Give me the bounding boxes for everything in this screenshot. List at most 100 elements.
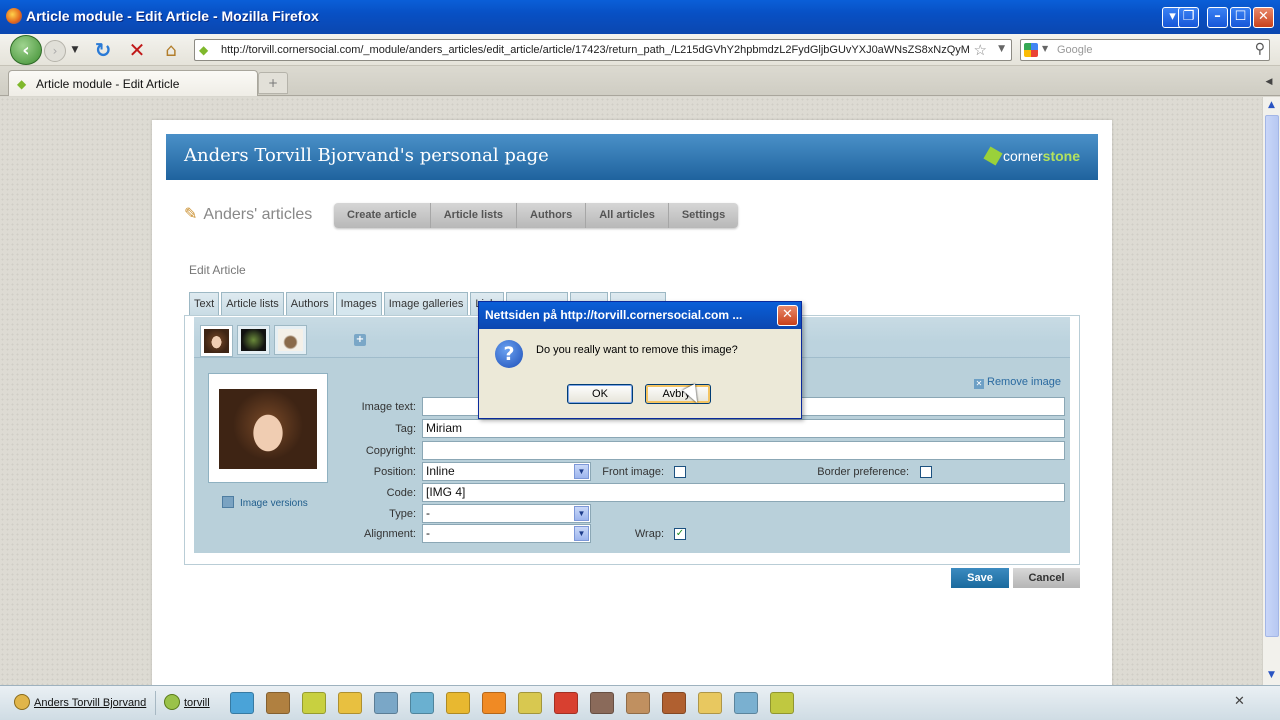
save-button[interactable]: Save [951,568,1009,588]
tab-list-arrow-icon[interactable]: ◀ [1262,72,1276,92]
menu-settings[interactable]: Settings [669,203,738,228]
calendar-2-icon[interactable] [662,692,686,714]
search-bar[interactable]: ▼ Google ⚲ [1020,39,1270,61]
tab-edit-article[interactable]: ◆ Article module - Edit Article [8,70,258,96]
group-name[interactable]: torvill [184,697,210,709]
tab-images[interactable]: Images [335,292,382,316]
url-text[interactable]: http://torvill.cornersocial.com/_module/… [221,44,969,56]
image-versions-label[interactable]: Image versions [240,498,308,509]
reload-button[interactable]: ↻ [92,38,114,62]
user-avatar-icon [14,694,30,710]
module-title: Anders' articles [203,206,313,223]
position-select[interactable]: Inline ▼ [422,462,591,481]
window-title-bar: Article module - Edit Article - Mozilla … [0,0,1280,34]
home-button[interactable]: ⌂ [160,38,182,62]
checkmark-icon: ✓ [675,528,685,539]
border-preference-checkbox[interactable] [920,466,932,478]
notes-icon[interactable] [302,692,326,714]
tab-authors[interactable]: Authors [285,292,334,316]
site-banner: Anders Torvill Bjorvand's personal page … [166,134,1098,180]
front-image-checkbox[interactable] [674,466,686,478]
picture-icon[interactable] [410,692,434,714]
menu-authors[interactable]: Authors [517,203,587,228]
alignment-select[interactable]: - ▼ [422,524,591,543]
film-icon[interactable] [590,692,614,714]
alignment-label: Alignment: [364,528,416,540]
cancel-button[interactable]: Cancel [1013,568,1080,588]
close-toolbar-icon[interactable]: ✕ [1234,694,1245,709]
gallery-icon[interactable] [734,692,758,714]
menu-all-articles[interactable]: All articles [586,203,669,228]
pencil-icon: ✎ [184,206,198,223]
notepad-icon[interactable] [770,692,794,714]
thumbnail-2[interactable] [237,325,270,355]
close-window-button[interactable]: ✕ [1253,7,1274,28]
copyright-field[interactable] [422,441,1065,460]
rss-icon[interactable] [482,692,506,714]
group-link[interactable]: torvill [164,694,210,710]
chevron-down-icon[interactable]: ▼ [574,506,589,521]
logo-text-stone: stone [1042,148,1080,164]
module-shortcuts [230,692,794,714]
people-icon[interactable] [626,692,650,714]
code-label: Code: [386,487,416,499]
avbryt-button[interactable]: Avbryt [645,384,711,404]
bookmark-star-icon[interactable]: ☆ [974,41,987,59]
stop-button[interactable]: ✕ [126,38,148,62]
scrollbar-thumb[interactable] [1265,115,1279,637]
remove-x-icon: ✕ [974,379,984,389]
tab-article-lists[interactable]: Article lists [221,292,284,316]
maximize-button[interactable]: ☐ [1230,7,1251,28]
window-icon[interactable] [374,692,398,714]
remove-image-label[interactable]: Remove image [987,376,1061,388]
menu-create-article[interactable]: Create article [334,203,431,228]
user-link[interactable]: Anders Torvill Bjorvand [14,694,146,710]
site-identity-icon[interactable]: ◆ [199,43,213,57]
search-placeholder[interactable]: Google [1057,44,1092,56]
thumbnail-4[interactable] [200,325,233,357]
new-tab-button[interactable]: + [258,72,288,94]
position-value[interactable]: Inline [426,464,455,478]
user-name[interactable]: Anders Torvill Bjorvand [34,697,146,709]
remove-image-link[interactable]: ✕ Remove image [974,376,1061,389]
forward-button[interactable]: › [44,40,66,62]
folder-icon[interactable] [446,692,470,714]
search-engine-dropdown-icon[interactable]: ▼ [1042,44,1048,53]
magnifier-icon[interactable]: ⚲ [1255,41,1265,57]
home-icon: ⌂ [165,39,177,61]
module-heading: ✎ Anders' articles [184,204,312,224]
vertical-scrollbar[interactable]: ▲ ▼ [1262,97,1280,685]
back-button[interactable]: ‹ [10,35,42,65]
tasks-icon[interactable] [518,692,542,714]
tab-text[interactable]: Text [189,292,220,316]
minimize-button[interactable]: – [1207,7,1228,28]
cornerstone-logo[interactable]: cornerstone [983,146,1080,166]
image-versions-link[interactable]: Image versions [222,496,308,509]
write-icon[interactable] [698,692,722,714]
menu-article-lists[interactable]: Article lists [431,203,518,228]
type-select[interactable]: - ▼ [422,504,591,523]
copyright-label: Copyright: [365,445,416,457]
address-bar[interactable]: ◆ http://torvill.cornersocial.com/_modul… [194,39,1012,61]
search-engine-icon[interactable] [1024,43,1038,57]
alignment-value[interactable]: - [426,526,430,540]
add-image-icon[interactable]: + [354,334,366,346]
restore-tabs-button[interactable]: ❐ [1178,7,1199,28]
ok-button[interactable]: OK [567,384,633,404]
type-value[interactable]: - [426,506,430,520]
url-dropdown-icon[interactable]: ▼ [998,44,1005,54]
question-icon: ? [495,340,523,368]
code-field[interactable]: [IMG 4] [422,483,1065,502]
calendar-icon[interactable] [554,692,578,714]
edit-article-icon[interactable] [338,692,362,714]
wrap-checkbox[interactable]: ✓ [674,528,686,540]
tab-image-galleries[interactable]: Image galleries [383,292,469,316]
cube-icon[interactable] [230,692,254,714]
dialog-close-button[interactable]: ✕ [777,305,798,326]
scroll-up-icon[interactable]: ▲ [1263,97,1280,114]
layout-icon[interactable] [266,692,290,714]
history-dropdown-button[interactable]: ▼ [70,42,80,58]
tag-field[interactable]: Miriam [422,419,1065,438]
scroll-down-icon[interactable]: ▼ [1263,667,1280,684]
thumbnail-3[interactable] [274,325,307,355]
